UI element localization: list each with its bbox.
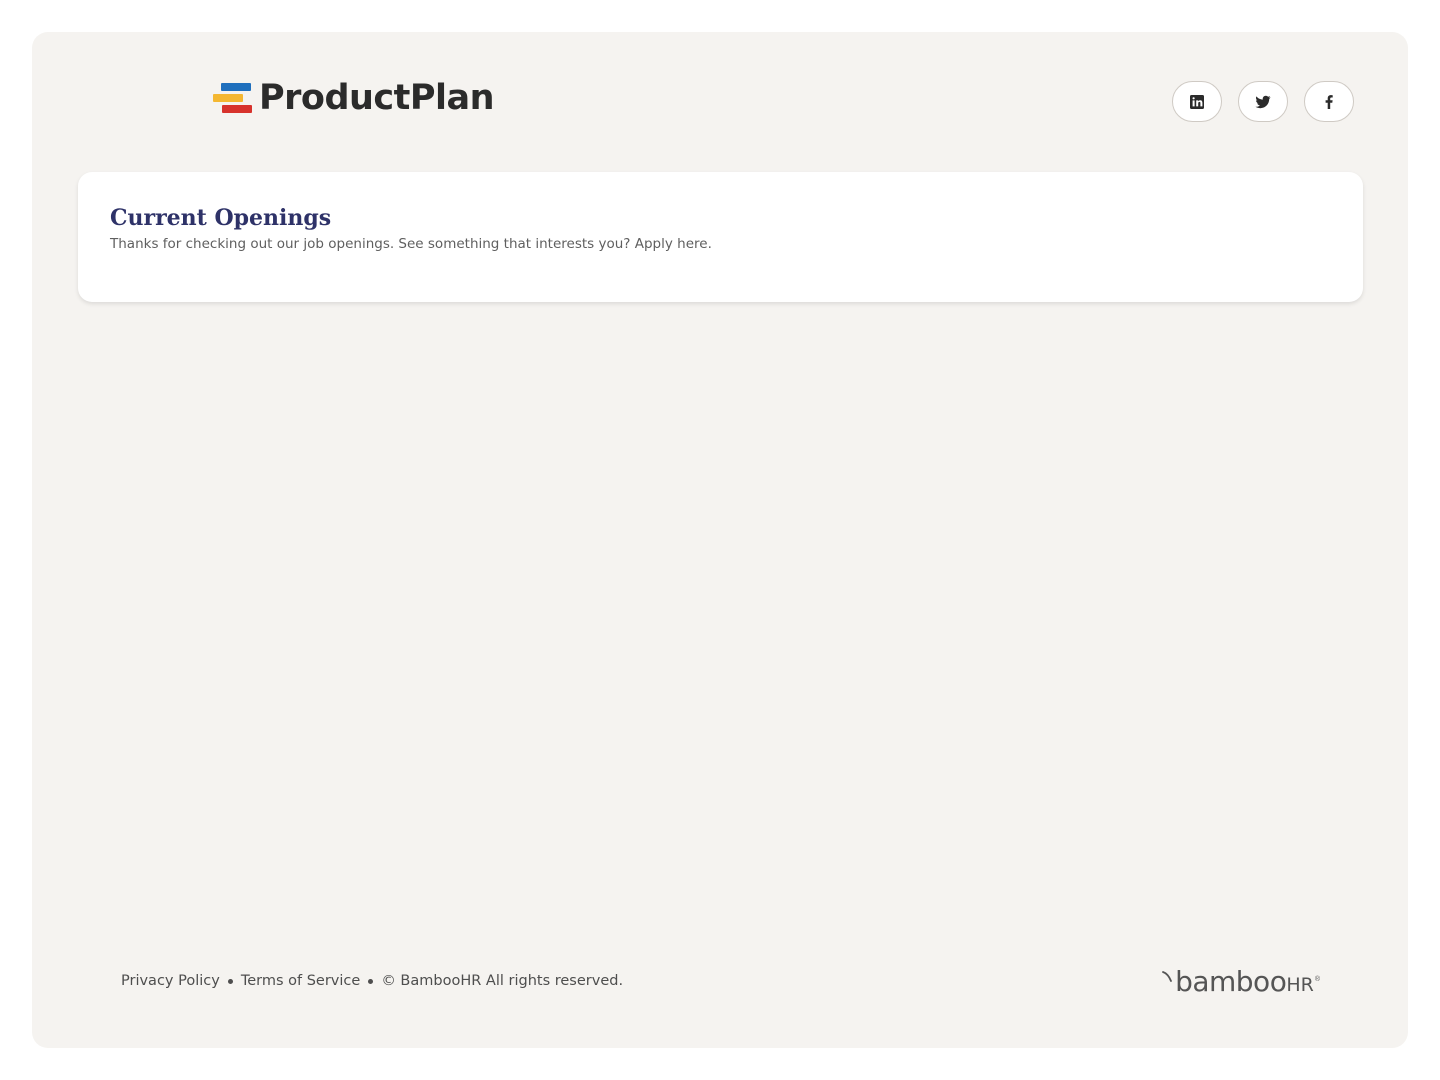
linkedin-button[interactable] — [1172, 81, 1222, 122]
twitter-icon — [1255, 95, 1271, 108]
facebook-icon — [1325, 94, 1333, 109]
company-logo-link[interactable]: ProductPlan — [213, 77, 495, 118]
separator-dot — [368, 978, 374, 984]
footer: Privacy Policy Terms of Service © Bamboo… — [121, 973, 623, 989]
company-logo-text: ProductPlan — [259, 77, 495, 118]
copyright-text: © BambooHR All rights reserved. — [381, 973, 624, 989]
social-links — [1172, 81, 1354, 122]
terms-of-service-link[interactable]: Terms of Service — [241, 973, 360, 989]
trademark-symbol: ® — [1314, 976, 1320, 983]
current-openings-card: Current Openings Thanks for checking out… — [78, 172, 1363, 302]
page-container: ProductPlan Current Openings Thanks for … — [32, 32, 1408, 1048]
openings-description: Thanks for checking out our job openings… — [110, 236, 712, 252]
facebook-button[interactable] — [1304, 81, 1354, 122]
bamboo-leaf-icon — [1162, 971, 1172, 982]
linkedin-icon — [1190, 94, 1204, 109]
page-title: Current Openings — [110, 205, 332, 231]
privacy-policy-link[interactable]: Privacy Policy — [121, 973, 220, 989]
bamboohr-logo-suffix: HR — [1286, 974, 1314, 996]
separator-dot — [227, 978, 233, 984]
productplan-logo-mark-icon — [213, 81, 253, 115]
twitter-button[interactable] — [1238, 81, 1288, 122]
bamboohr-logo-link[interactable]: bamboo HR ® — [1162, 968, 1320, 996]
bamboohr-logo-main: bamboo — [1175, 965, 1287, 998]
